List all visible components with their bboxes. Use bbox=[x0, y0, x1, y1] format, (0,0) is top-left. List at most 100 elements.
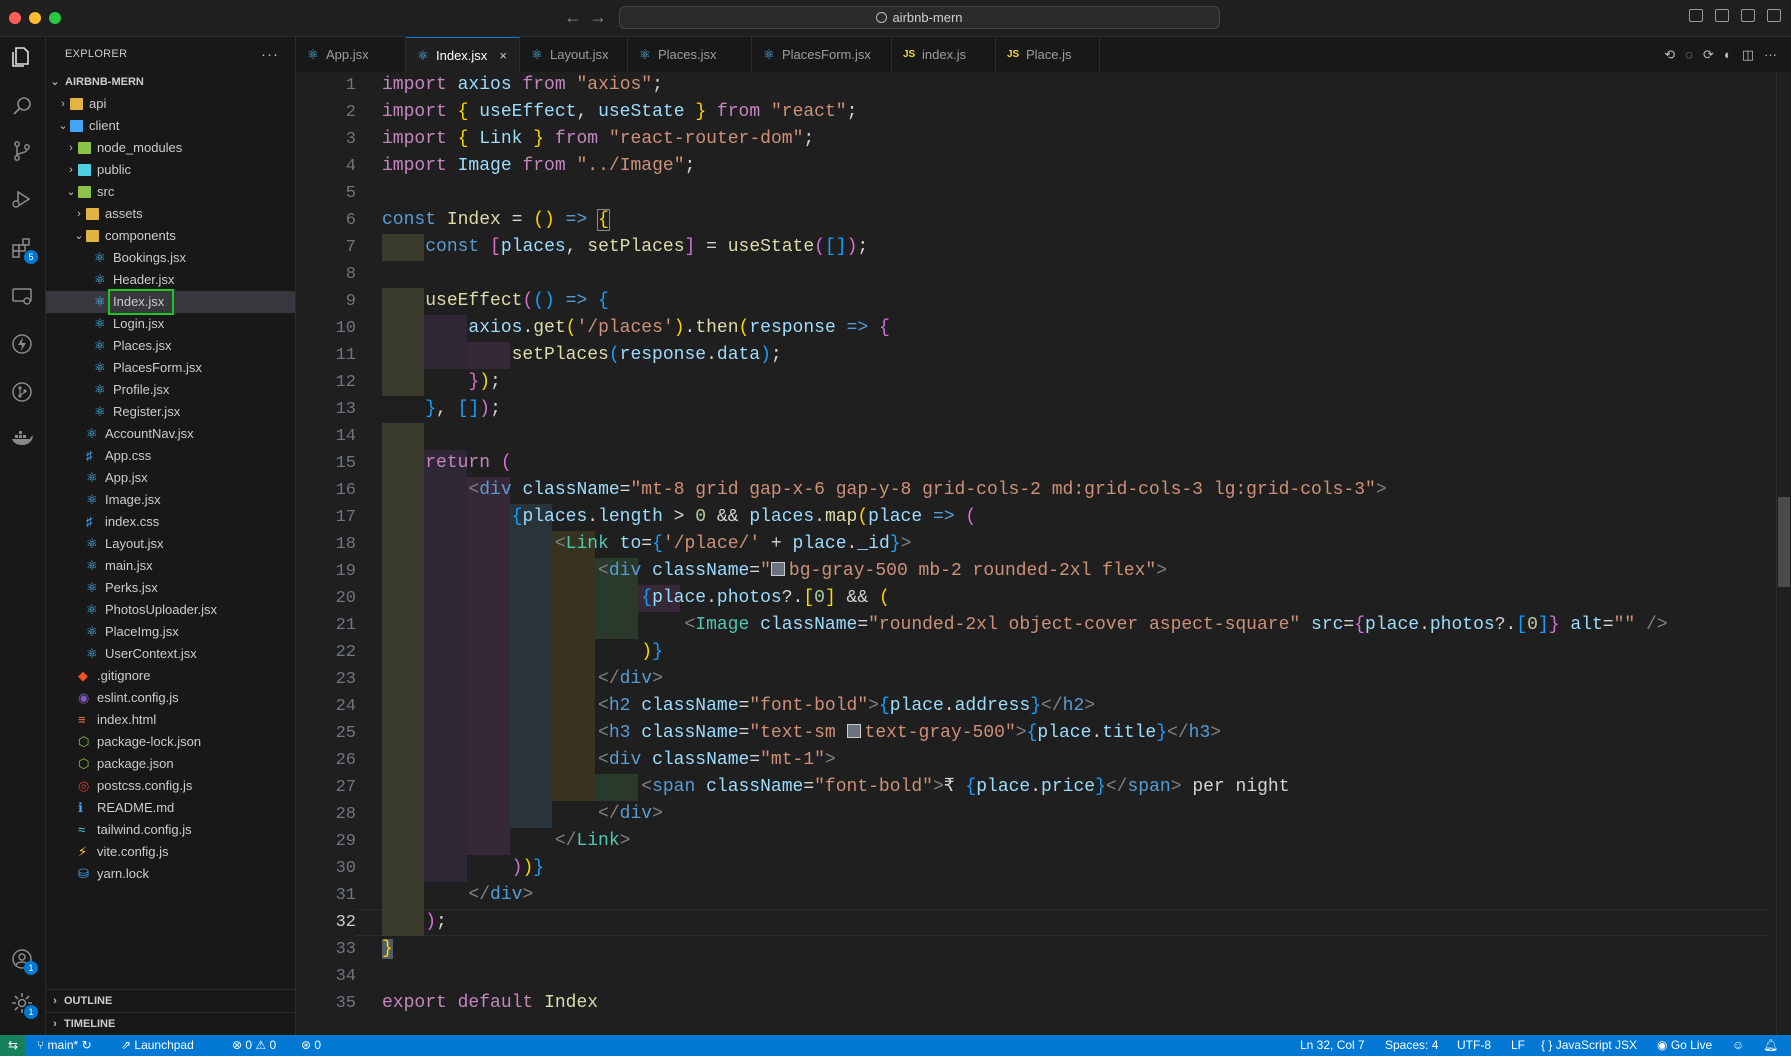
code-line: </div> bbox=[468, 885, 534, 905]
indentation-status[interactable]: Spaces: 4 bbox=[1385, 1035, 1438, 1056]
toggle-panel-icon[interactable] bbox=[1715, 9, 1729, 22]
outline-section[interactable]: › OUTLINE bbox=[46, 989, 295, 1012]
folder-item[interactable]: ⌄ client bbox=[46, 115, 295, 137]
file-item[interactable]: ⚛ main.jsx bbox=[46, 555, 295, 577]
toggle-icon[interactable]: ◌ bbox=[1685, 47, 1693, 63]
eol-status[interactable]: LF bbox=[1511, 1035, 1525, 1056]
remote-explorer-icon[interactable] bbox=[8, 282, 36, 310]
more-actions-icon[interactable]: ··· bbox=[261, 46, 279, 63]
file-item[interactable]: ⬡ package-lock.json bbox=[46, 731, 295, 753]
code-editor[interactable]: 1 2 3 4 5 6 7 8 9 10 11 12 13 14 15 16 17 18 19 20 21 22 23 24 2… bbox=[296, 72, 1791, 1035]
forward-arrow-icon[interactable]: → bbox=[589, 7, 607, 27]
search-icon[interactable] bbox=[8, 92, 36, 120]
tree-item-label: Register.jsx bbox=[113, 404, 181, 419]
tree-item-label: .gitignore bbox=[97, 668, 151, 683]
file-item[interactable]: ⚛ PlaceImg.jsx bbox=[46, 621, 295, 643]
cursor-position[interactable]: Ln 32, Col 7 bbox=[1300, 1035, 1365, 1056]
editor-tab[interactable]: ⚛ Index.jsx × bbox=[406, 37, 520, 72]
editor-tab[interactable]: JS index.js bbox=[892, 37, 996, 72]
toggle-secondary-sidebar-icon[interactable] bbox=[1741, 9, 1755, 22]
go-back-icon[interactable]: ⟲ bbox=[1664, 47, 1675, 63]
folder-item[interactable]: › api bbox=[46, 93, 295, 115]
file-item[interactable]: ◉ eslint.config.js bbox=[46, 687, 295, 709]
maximize-window-button[interactable] bbox=[49, 12, 61, 24]
ports-status[interactable]: ⊛ 0 bbox=[301, 1035, 321, 1056]
file-item[interactable]: ⚛ Index.jsx bbox=[46, 289, 295, 315]
launchpad-status[interactable]: ⇗ Launchpad bbox=[121, 1035, 194, 1056]
editor-tab[interactable]: ⚛ PlacesForm.jsx bbox=[752, 37, 892, 72]
code-line: setPlaces(response.data); bbox=[511, 345, 782, 365]
back-arrow-icon[interactable]: ← bbox=[564, 7, 582, 27]
timeline-section[interactable]: › TIMELINE bbox=[46, 1012, 295, 1035]
settings-gear-icon[interactable]: 1 bbox=[8, 989, 38, 1019]
file-item[interactable]: ⚛ PhotosUploader.jsx bbox=[46, 599, 295, 621]
file-item[interactable]: ≡ index.html bbox=[46, 709, 295, 731]
file-item[interactable]: ⛁ yarn.lock bbox=[46, 863, 295, 885]
file-item[interactable]: ◎ postcss.config.js bbox=[46, 775, 295, 797]
file-item[interactable]: ⚛ AccountNav.jsx bbox=[46, 423, 295, 445]
problems-status[interactable]: ⊗ 0 ⚠ 0 bbox=[232, 1035, 276, 1056]
vertical-scrollbar[interactable] bbox=[1776, 72, 1791, 1035]
react-file-icon: ⚛ bbox=[86, 558, 98, 573]
folder-icon bbox=[70, 98, 83, 110]
thunder-client-icon[interactable] bbox=[8, 330, 36, 358]
file-item[interactable]: ⚡ vite.config.js bbox=[46, 841, 295, 863]
editor-tab[interactable]: JS Place.js bbox=[996, 37, 1100, 72]
explorer-icon[interactable] bbox=[8, 43, 36, 71]
folder-item[interactable]: ⌄ src bbox=[46, 181, 295, 203]
folder-icon bbox=[78, 164, 91, 176]
branch-status[interactable]: ⑂ main* ↻ bbox=[37, 1035, 92, 1056]
minimize-window-button[interactable] bbox=[29, 12, 41, 24]
customize-layout-icon[interactable] bbox=[1767, 9, 1781, 22]
git-graph-icon[interactable] bbox=[8, 378, 36, 406]
file-item[interactable]: ℹ README.md bbox=[46, 797, 295, 819]
folder-item[interactable]: ⌄ components bbox=[46, 225, 295, 247]
command-center-search[interactable]: airbnb-mern bbox=[619, 6, 1220, 29]
remote-indicator-icon[interactable]: ⇆ bbox=[0, 1035, 26, 1056]
file-item[interactable]: ⚛ Header.jsx bbox=[46, 269, 295, 291]
file-item[interactable]: ⚛ Layout.jsx bbox=[46, 533, 295, 555]
file-item[interactable]: ♯ index.css bbox=[46, 511, 295, 533]
scrollbar-thumb[interactable] bbox=[1778, 497, 1790, 587]
toggle-primary-sidebar-icon[interactable] bbox=[1689, 9, 1703, 22]
go-live-button[interactable]: ◉ Go Live bbox=[1657, 1035, 1712, 1056]
run-debug-icon[interactable] bbox=[8, 185, 36, 213]
file-item[interactable]: ⚛ Perks.jsx bbox=[46, 577, 295, 599]
file-item[interactable]: ⚛ PlacesForm.jsx bbox=[46, 357, 295, 379]
file-item[interactable]: ⚛ Places.jsx bbox=[46, 335, 295, 357]
copilot-icon[interactable]: ☺ bbox=[1732, 1035, 1744, 1056]
file-item[interactable]: ≈ tailwind.config.js bbox=[46, 819, 295, 841]
accounts-icon[interactable]: 1 bbox=[8, 945, 38, 975]
source-control-icon[interactable] bbox=[8, 137, 36, 165]
folder-item[interactable]: › assets bbox=[46, 203, 295, 225]
editor-tab[interactable]: ⚛ Places.jsx bbox=[628, 37, 752, 72]
file-item[interactable]: ⚛ Login.jsx bbox=[46, 313, 295, 335]
file-item[interactable]: ⚛ App.jsx bbox=[46, 467, 295, 489]
close-window-button[interactable] bbox=[9, 12, 21, 24]
editor-tab[interactable]: ⚛ App.jsx bbox=[296, 37, 406, 72]
go-forward-icon[interactable]: ⟳ bbox=[1703, 47, 1714, 63]
folder-item[interactable]: › public bbox=[46, 159, 295, 181]
file-item[interactable]: ⚛ Register.jsx bbox=[46, 401, 295, 423]
docker-icon[interactable] bbox=[8, 425, 36, 453]
file-item[interactable]: ⬡ package.json bbox=[46, 753, 295, 775]
close-tab-icon[interactable]: × bbox=[499, 38, 507, 73]
tree-item-label: eslint.config.js bbox=[97, 690, 179, 705]
code-line: import { useEffect, useState } from "rea… bbox=[382, 102, 858, 122]
more-actions-icon[interactable]: ··· bbox=[1764, 47, 1777, 63]
file-item[interactable]: ⚛ Image.jsx bbox=[46, 489, 295, 511]
file-item[interactable]: ⚛ Bookings.jsx bbox=[46, 247, 295, 269]
file-item[interactable]: ♯ App.css bbox=[46, 445, 295, 467]
split-editor-icon[interactable]: ◫ bbox=[1742, 47, 1754, 63]
workspace-root[interactable]: ⌄ AIRBNB-MERN bbox=[46, 71, 295, 93]
file-item[interactable]: ⚛ UserContext.jsx bbox=[46, 643, 295, 665]
notifications-bell-icon[interactable]: 🔔︎ bbox=[1763, 1035, 1778, 1056]
folder-item[interactable]: › node_modules bbox=[46, 137, 295, 159]
file-item[interactable]: ◆ .gitignore bbox=[46, 665, 295, 687]
file-item[interactable]: ⚛ Profile.jsx bbox=[46, 379, 295, 401]
encoding-status[interactable]: UTF-8 bbox=[1457, 1035, 1491, 1056]
compare-icon[interactable]: ◐ bbox=[1724, 47, 1732, 63]
language-mode[interactable]: { } JavaScript JSX bbox=[1541, 1035, 1637, 1056]
extensions-icon[interactable]: 5 bbox=[8, 234, 38, 264]
editor-tab[interactable]: ⚛ Layout.jsx bbox=[520, 37, 628, 72]
